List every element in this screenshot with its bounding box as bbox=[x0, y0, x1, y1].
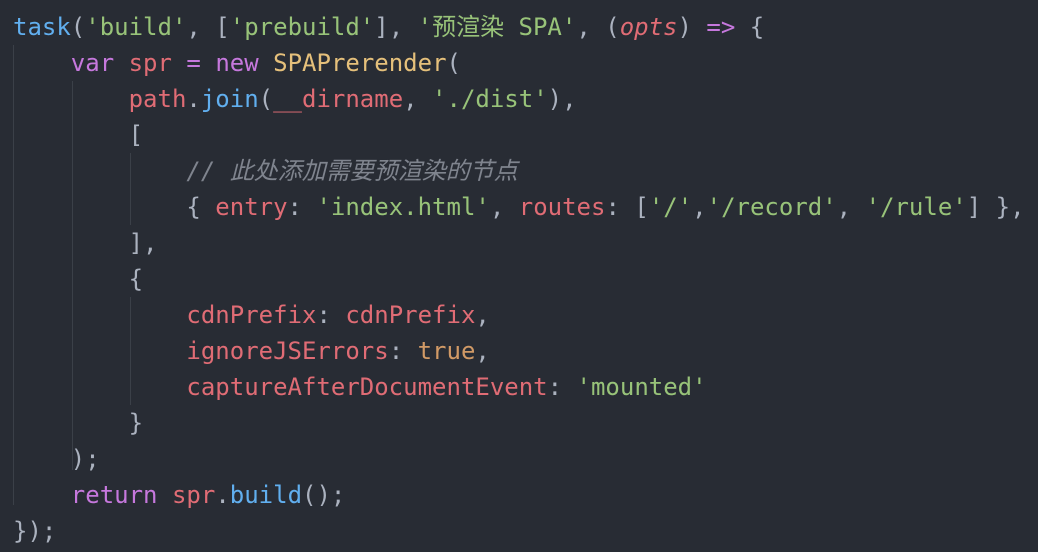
code-token: cdnPrefix bbox=[186, 301, 317, 329]
code-line-1: task('build', ['prebuild'], '预渲染 SPA', (… bbox=[0, 9, 1038, 45]
code-line-7: ], bbox=[0, 225, 1038, 261]
code-token: ] }, bbox=[966, 193, 1025, 221]
code-token: { bbox=[13, 265, 144, 293]
code-token: , bbox=[692, 193, 707, 221]
code-token: spr bbox=[128, 49, 172, 77]
code-token: '/record' bbox=[706, 193, 837, 221]
code-line-8: { bbox=[0, 261, 1038, 297]
code-token: : bbox=[547, 373, 577, 401]
code-token: return bbox=[70, 481, 158, 509]
code-token: : [ bbox=[605, 193, 649, 221]
code-line-13: ); bbox=[0, 441, 1038, 477]
code-token: 'prebuild' bbox=[229, 13, 375, 41]
code-token: : bbox=[287, 193, 317, 221]
code-line-14: return spr.build(); bbox=[0, 477, 1038, 513]
code-token: ( bbox=[446, 49, 461, 77]
code-token: , ( bbox=[576, 13, 620, 41]
code-token: './dist' bbox=[432, 85, 548, 113]
code-token: ( bbox=[258, 85, 274, 113]
code-line-3: path.join(__dirname, './dist'), bbox=[0, 81, 1038, 117]
code-token: __dirname bbox=[273, 85, 404, 113]
code-token: , bbox=[475, 337, 490, 365]
code-token: 'index.html' bbox=[316, 193, 490, 221]
code-token: => bbox=[706, 13, 736, 41]
code-token: = bbox=[186, 49, 201, 77]
code-token: captureAfterDocumentEvent bbox=[186, 373, 548, 401]
code-token: 'build' bbox=[85, 13, 187, 41]
code-line-11: captureAfterDocumentEvent: 'mounted' bbox=[0, 369, 1038, 405]
code-token: ( bbox=[70, 13, 86, 41]
code-token: { bbox=[735, 13, 765, 41]
code-token: (); bbox=[302, 481, 346, 509]
code-token: 'mounted' bbox=[576, 373, 707, 401]
code-token: } bbox=[13, 409, 144, 437]
code-token: , [ bbox=[186, 13, 230, 41]
code-token: : bbox=[316, 301, 346, 329]
code-token: , bbox=[836, 193, 866, 221]
code-token: }); bbox=[13, 517, 57, 545]
code-token: { bbox=[13, 193, 216, 221]
code-token: // 此处添加需要预渲染的节点 bbox=[186, 157, 518, 185]
code-token: , bbox=[403, 85, 433, 113]
code-line-2: var spr = new SPAPrerender( bbox=[0, 45, 1038, 81]
code-token: join bbox=[200, 85, 259, 113]
code-line-12: } bbox=[0, 405, 1038, 441]
code-editor[interactable]: task('build', ['prebuild'], '预渲染 SPA', (… bbox=[0, 0, 1038, 552]
code-token: : bbox=[388, 337, 418, 365]
code-line-5: // 此处添加需要预渲染的节点 bbox=[0, 153, 1038, 189]
code-token: '/' bbox=[648, 193, 693, 221]
code-token: ], bbox=[13, 229, 158, 257]
code-token: new bbox=[215, 49, 259, 77]
code-token: ), bbox=[547, 85, 577, 113]
code-token: SPAPrerender bbox=[273, 49, 447, 77]
code-token: , bbox=[475, 301, 490, 329]
code-token: ignoreJSErrors bbox=[186, 337, 389, 365]
code-token: var bbox=[70, 49, 115, 77]
code-token: ); bbox=[13, 445, 100, 473]
code-token: ) bbox=[677, 13, 707, 41]
code-token: path bbox=[128, 85, 187, 113]
code-token: routes bbox=[518, 193, 606, 221]
code-line-6: { entry: 'index.html', routes: ['/','/re… bbox=[0, 189, 1038, 225]
code-token: entry bbox=[215, 193, 288, 221]
code-lines: task('build', ['prebuild'], '预渲染 SPA', (… bbox=[0, 9, 1038, 549]
code-token: . bbox=[186, 85, 201, 113]
code-token: '/rule' bbox=[865, 193, 967, 221]
code-token: true bbox=[417, 337, 476, 365]
code-token: [ bbox=[13, 121, 144, 149]
code-token: cdnPrefix bbox=[345, 301, 476, 329]
code-token: ], bbox=[374, 13, 418, 41]
code-token: build bbox=[229, 481, 303, 509]
code-token: task bbox=[13, 13, 71, 41]
code-token: , bbox=[489, 193, 519, 221]
code-token: spr bbox=[171, 481, 216, 509]
code-line-4: [ bbox=[0, 117, 1038, 153]
code-token: '预渲染 SPA' bbox=[417, 13, 577, 41]
code-line-15: }); bbox=[0, 513, 1038, 549]
code-line-10: ignoreJSErrors: true, bbox=[0, 333, 1038, 369]
code-token: . bbox=[215, 481, 230, 509]
code-token: opts bbox=[619, 13, 678, 41]
code-line-9: cdnPrefix: cdnPrefix, bbox=[0, 297, 1038, 333]
